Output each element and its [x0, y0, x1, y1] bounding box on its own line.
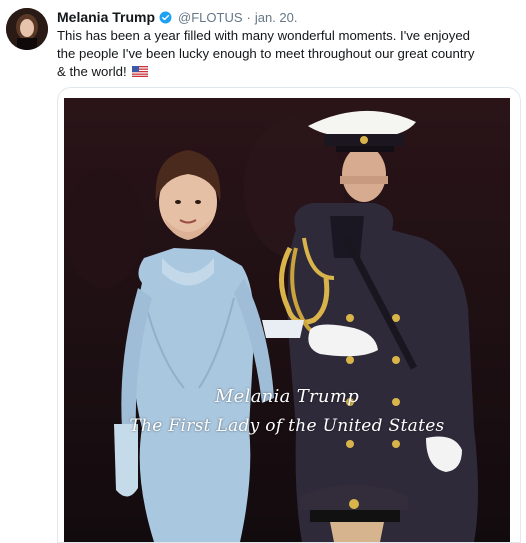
- tweet-date[interactable]: jan. 20.: [255, 10, 298, 25]
- photo-caption-title: The First Lady of the United States: [129, 416, 445, 436]
- tweet-header: Melania Trump @FLOTUS · jan. 20.: [57, 8, 298, 26]
- avatar-image: [6, 8, 48, 50]
- tweet-media[interactable]: Melania Trump The First Lady of the Unit…: [57, 87, 521, 543]
- tweet-card: Melania Trump @FLOTUS · jan. 20. This ha…: [0, 0, 526, 543]
- photo-caption-name: Melania Trump: [214, 386, 360, 407]
- tweet-text-body: This has been a year filled with many wo…: [57, 28, 475, 79]
- avatar[interactable]: [6, 8, 48, 50]
- tweet-text: This has been a year filled with many wo…: [57, 27, 477, 81]
- media-photo[interactable]: Melania Trump The First Lady of the Unit…: [64, 98, 510, 542]
- user-handle[interactable]: @FLOTUS: [178, 10, 242, 25]
- display-name[interactable]: Melania Trump: [57, 9, 155, 25]
- header-separator: ·: [246, 9, 251, 25]
- verified-badge-icon: [159, 11, 172, 24]
- photo-illustration: [64, 98, 510, 542]
- us-flag-icon: [132, 64, 149, 78]
